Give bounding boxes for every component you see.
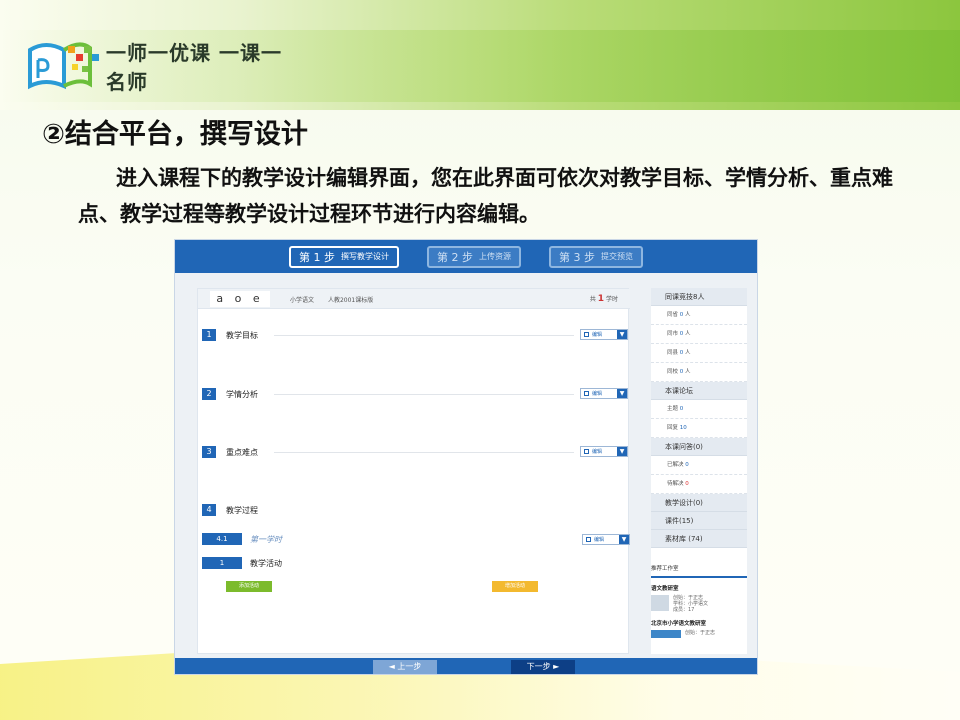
dropdown-arrow-icon[interactable]: ▼ (617, 330, 627, 339)
section-divider (274, 335, 574, 336)
edit-button[interactable]: 编辑 ▼ (580, 329, 628, 340)
qa-row: 已解决 0 (651, 456, 747, 475)
add-activity-button[interactable]: 添加活动 (226, 581, 272, 592)
logo-mark-icon (24, 38, 102, 94)
editor-body: a o e 小学语文 人教2001课标版 共 1 学时 1 教学目标 编辑 ▼ … (175, 273, 757, 658)
edit-button[interactable]: 编辑 ▼ (580, 388, 628, 399)
bottom-nav: ◄ 上一步 下一步 ► (175, 658, 757, 674)
competition-row: 同校 0 人 (651, 363, 747, 382)
forum-row: 回复 10 (651, 419, 747, 438)
slide-heading: ②结合平台，撰写设计 (42, 119, 308, 150)
edit-button[interactable]: 编辑 ▼ (580, 446, 628, 457)
workroom-name[interactable]: 语文教研室 (651, 584, 747, 592)
step-number: 第 1 步 (299, 250, 335, 264)
subsection-first-period: 4.1 第一学时 (202, 533, 282, 545)
edit-icon (584, 449, 589, 454)
workroom-details: 创始：于正志 (685, 630, 715, 638)
edit-icon (584, 391, 589, 396)
step-label: 撰写教学设计 (341, 252, 389, 261)
section-title: 学情分析 (226, 389, 258, 399)
edit-label: 编辑 (592, 332, 603, 338)
forum-row: 主题 0 (651, 400, 747, 419)
competition-header[interactable]: 同课竞技8人 (651, 288, 747, 306)
edit-icon (586, 537, 591, 542)
step-bar: 第 1 步 撰写教学设计 第 2 步 上传资源 第 3 步 提交预览 (175, 240, 757, 273)
qa-row: 待解决 0 (651, 475, 747, 494)
forum-header[interactable]: 本课论坛 (651, 382, 747, 400)
edit-button[interactable]: 编辑 ▼ (582, 534, 630, 545)
design-header[interactable]: 教学设计(0) (651, 494, 747, 512)
competition-row: 同县 0 人 (651, 344, 747, 363)
section-divider (274, 394, 574, 395)
section-teaching-goals: 1 教学目标 (202, 328, 258, 342)
activity-number: 1 (202, 557, 242, 569)
competition-row: 同省 0 人 (651, 306, 747, 325)
section-student-analysis: 2 学情分析 (202, 387, 258, 401)
section-title: 重点难点 (226, 447, 258, 457)
edit-icon (584, 332, 589, 337)
right-sidebar: 同课竞技8人 同省 0 人 同市 0 人 同县 0 人 同校 0 人 本课论坛 … (651, 288, 747, 654)
step-label: 上传资源 (479, 252, 511, 261)
design-editor-pane: a o e 小学语文 人教2001课标版 共 1 学时 1 教学目标 编辑 ▼ … (197, 288, 630, 654)
hours-suffix: 学时 (605, 296, 618, 303)
section-teaching-process: 4 教学过程 (202, 503, 258, 517)
logo: 一师一优课 一课一名师 (24, 38, 294, 94)
course-hours: 共 1 学时 (590, 294, 618, 304)
activity-title: 教学活动 (250, 558, 282, 568)
edit-label: 编辑 (592, 449, 603, 455)
edit-label: 编辑 (594, 537, 605, 543)
step-label: 提交预览 (601, 252, 633, 261)
workroom-info: 创始：于正志 (651, 630, 747, 638)
section-title: 教学目标 (226, 330, 258, 340)
logo-slogan: 一师一优课 一课一名师 (106, 41, 282, 94)
course-edition: 人教2001课标版 (327, 297, 374, 304)
courseware-header[interactable]: 课件(15) (651, 512, 747, 530)
hours-prefix: 共 (589, 296, 596, 303)
workroom-details: 创始：于正志 学科：小学语文 成员：17 (673, 595, 708, 613)
course-info-bar: a o e 小学语文 人教2001课标版 共 1 学时 (198, 289, 630, 309)
section-title: 教学过程 (226, 505, 258, 515)
step-1-tab[interactable]: 第 1 步 撰写教学设计 (289, 245, 399, 268)
section-number: 1 (202, 329, 216, 341)
section-number: 3 (202, 446, 216, 458)
activity-row: 1 教学活动 (202, 557, 282, 569)
step-number: 第 3 步 (559, 250, 595, 264)
slide-paragraph: 进入课程下的教学设计编辑界面，您在此界面可依次对教学目标、学情分析、重点难点、教… (78, 166, 893, 226)
platform-screenshot: 第 1 步 撰写教学设计 第 2 步 上传资源 第 3 步 提交预览 a o e… (174, 239, 758, 675)
prev-step-button[interactable]: ◄ 上一步 (373, 660, 437, 674)
section-divider (274, 452, 574, 453)
course-name: a o e (210, 291, 270, 307)
workroom-card[interactable]: 语文教研室 创始：于正志 学科：小学语文 成员：17 (651, 578, 747, 613)
materials-header[interactable]: 素材库 (74) (651, 530, 747, 548)
qa-header[interactable]: 本课问答(0) (651, 438, 747, 456)
next-step-button[interactable]: 下一步 ► (511, 660, 575, 674)
add-other-button[interactable]: 增加活动 (492, 581, 538, 592)
workroom-card[interactable]: 北京市小学语文教研室 创始：于正志 (651, 613, 747, 638)
section-number: 2 (202, 388, 216, 400)
step-2-tab[interactable]: 第 2 步 上传资源 (427, 245, 521, 268)
workroom-info: 创始：于正志 学科：小学语文 成员：17 (651, 595, 747, 613)
dropdown-arrow-icon[interactable]: ▼ (617, 447, 627, 456)
subsection-title: 第一学时 (250, 534, 282, 544)
workroom-founder: 创始：于正志 (685, 630, 716, 636)
subsection-number: 4.1 (202, 533, 242, 545)
section-key-points: 3 重点难点 (202, 445, 258, 459)
step-3-tab[interactable]: 第 3 步 提交预览 (549, 245, 643, 268)
course-meta: 小学语文 人教2001课标版 (290, 295, 385, 304)
workroom-name[interactable]: 北京市小学语文教研室 (651, 619, 747, 627)
dropdown-arrow-icon[interactable]: ▼ (619, 535, 629, 544)
hours-value: 1 (597, 294, 605, 304)
workroom-members: 成员：17 (673, 607, 695, 613)
workroom-title: 推荐工作室 (651, 556, 747, 578)
course-subject: 小学语文 (290, 297, 315, 304)
competition-row: 同市 0 人 (651, 325, 747, 344)
step-number: 第 2 步 (437, 250, 473, 264)
section-number: 4 (202, 504, 216, 516)
dropdown-arrow-icon[interactable]: ▼ (617, 389, 627, 398)
workroom-avatar (651, 630, 681, 638)
workroom-avatar (651, 595, 669, 611)
edit-label: 编辑 (592, 391, 603, 397)
